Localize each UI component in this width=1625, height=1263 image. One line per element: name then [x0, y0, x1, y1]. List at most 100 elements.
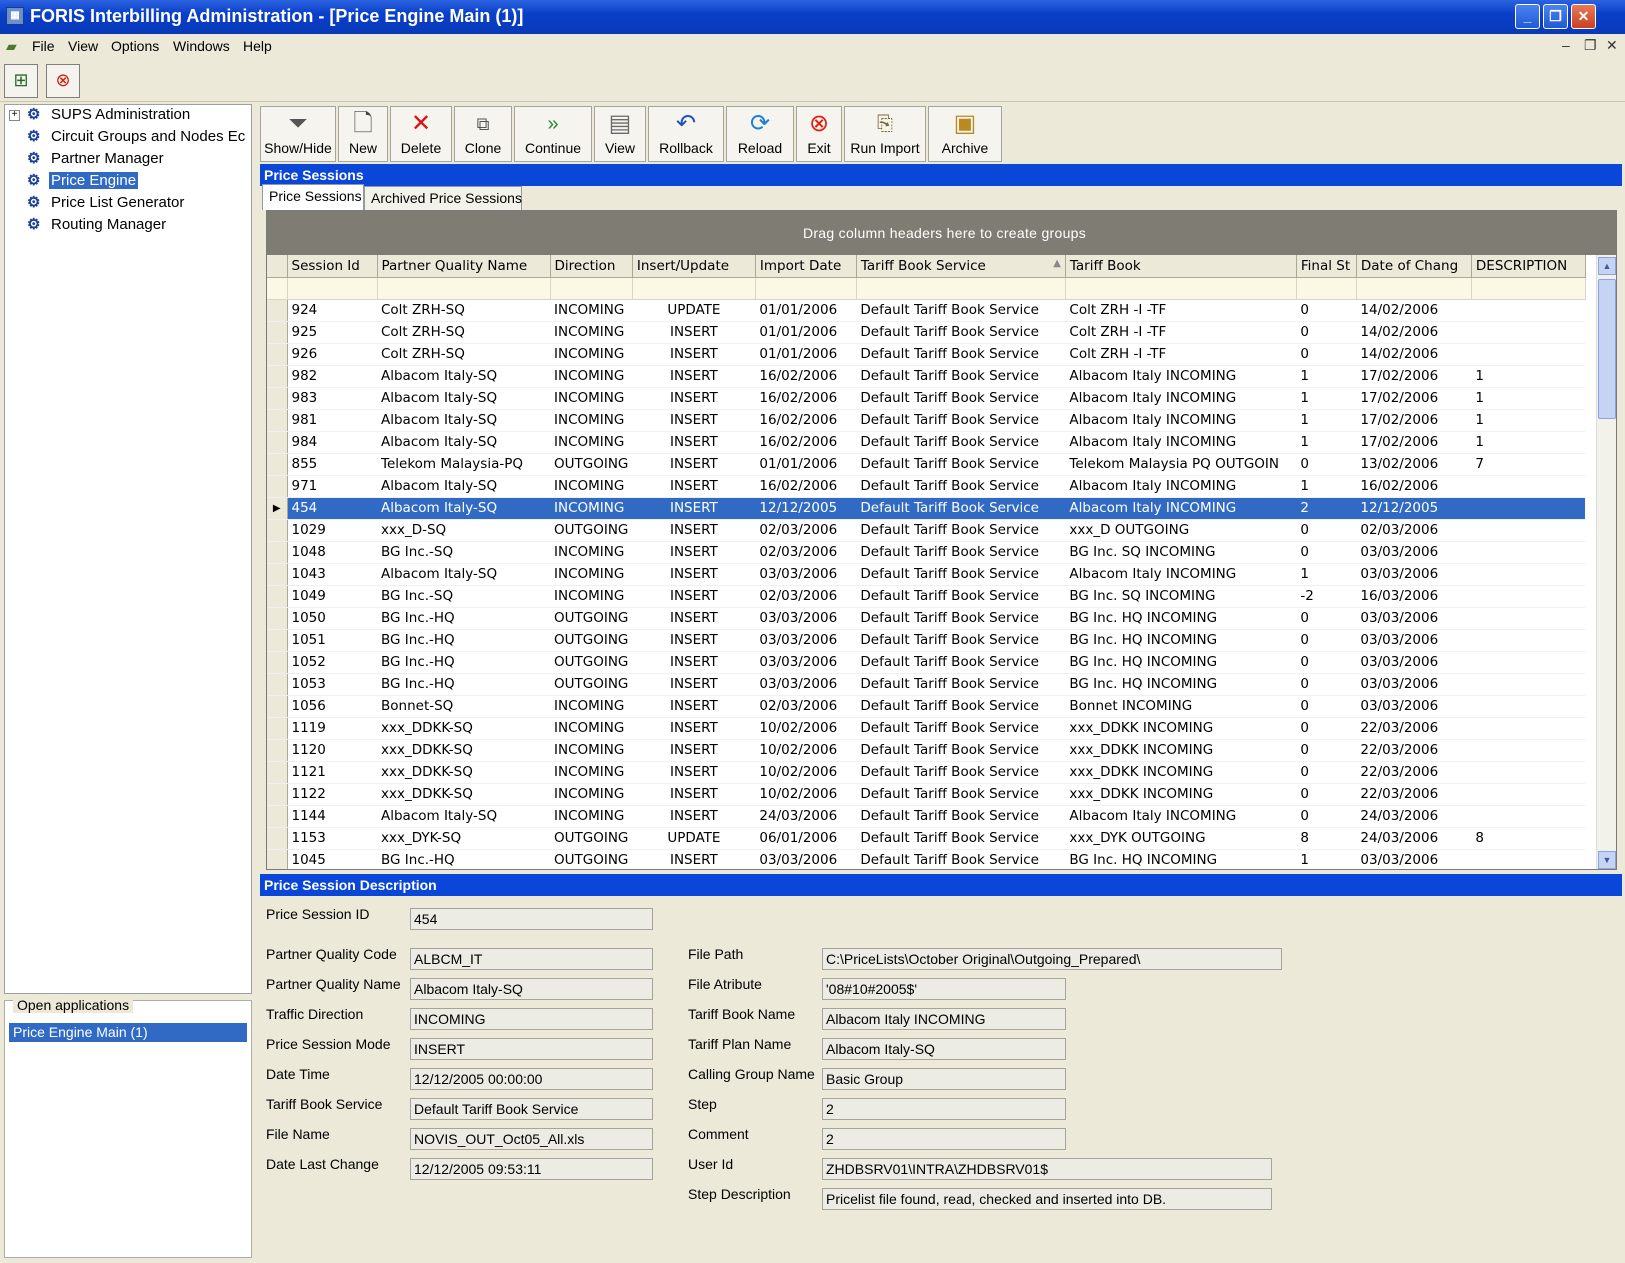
- table-row[interactable]: 1043 Albacom Italy-SQ INCOMING INSERT 03/03/…: [267, 563, 1586, 586]
- row-indicator[interactable]: [267, 629, 288, 652]
- col-direction[interactable]: Direction: [550, 255, 633, 278]
- col-tariff-book[interactable]: Tariff Book: [1065, 255, 1297, 278]
- table-row[interactable]: 1120 xxx_DDKK-SQ INCOMING INSERT 10/02/2006 D…: [267, 739, 1586, 762]
- reload-button[interactable]: ⟳ Reload: [726, 106, 794, 162]
- col-import-date[interactable]: Import Date: [755, 255, 857, 278]
- row-indicator[interactable]: [267, 299, 288, 322]
- col-final-state[interactable]: Final St: [1296, 255, 1357, 278]
- row-indicator[interactable]: [267, 519, 288, 542]
- filter-cell[interactable]: [287, 277, 378, 300]
- col-date-of-change[interactable]: Date of Chang: [1356, 255, 1472, 278]
- filter-cell[interactable]: [1296, 277, 1357, 300]
- row-indicator[interactable]: [267, 387, 288, 410]
- open-app-item[interactable]: Price Engine Main (1): [9, 1023, 247, 1042]
- filter-cell[interactable]: [377, 277, 551, 300]
- field-file-name[interactable]: NOVIS_OUT_Oct05_All.xls: [410, 1128, 653, 1150]
- tree-item-circuit-groups[interactable]: ⚙ Circuit Groups and Nodes Ec: [27, 127, 247, 149]
- field-date-last-change[interactable]: 12/12/2005 09:53:11: [410, 1158, 653, 1180]
- table-row[interactable]: 1050 BG Inc.-HQ OUTGOING INSERT 03/03/2006 De…: [267, 607, 1586, 630]
- expand-icon[interactable]: +: [9, 110, 20, 121]
- row-indicator[interactable]: [267, 849, 288, 869]
- field-user-id[interactable]: ZHDBSRV01\INTRA\ZHDBSRV01$: [822, 1158, 1272, 1180]
- filter-cell[interactable]: [1065, 277, 1297, 300]
- minimize-button[interactable]: _: [1515, 4, 1540, 29]
- continue-button[interactable]: » Continue: [514, 106, 592, 162]
- field-step[interactable]: 2: [822, 1098, 1066, 1120]
- col-description[interactable]: DESCRIPTION: [1471, 255, 1586, 278]
- field-price-session-id[interactable]: 454: [410, 908, 653, 930]
- restore-button[interactable]: ❐: [1543, 4, 1568, 29]
- row-indicator[interactable]: [267, 409, 288, 432]
- table-row[interactable]: 982 Albacom Italy-SQ INCOMING INSERT 16/02/2…: [267, 365, 1586, 388]
- col-insert-update[interactable]: Insert/Update: [632, 255, 756, 278]
- view-button[interactable]: ▤ View: [594, 106, 646, 162]
- filter-cell[interactable]: [550, 277, 633, 300]
- table-row[interactable]: 971 Albacom Italy-SQ INCOMING INSERT 16/02/2…: [267, 475, 1586, 498]
- mdi-restore-button[interactable]: ❐: [1584, 37, 1597, 54]
- field-comment[interactable]: 2: [822, 1128, 1066, 1150]
- field-partner-quality-name[interactable]: Albacom Italy-SQ: [410, 978, 653, 1000]
- row-indicator[interactable]: [267, 717, 288, 740]
- table-row[interactable]: 984 Albacom Italy-SQ INCOMING INSERT 16/02/2…: [267, 431, 1586, 454]
- row-indicator[interactable]: [267, 431, 288, 454]
- tab-archived-price-sessions[interactable]: Archived Price Sessions: [364, 186, 522, 210]
- row-indicator[interactable]: [267, 365, 288, 388]
- row-indicator[interactable]: [267, 805, 288, 828]
- menu-file[interactable]: File: [32, 38, 55, 54]
- exit-button[interactable]: ⊗ Exit: [796, 106, 842, 162]
- current-row-indicator-icon[interactable]: ▶: [267, 497, 288, 520]
- menu-options[interactable]: Options: [111, 38, 159, 54]
- table-row[interactable]: 1053 BG Inc.-HQ OUTGOING INSERT 03/03/2006 De…: [267, 673, 1586, 696]
- tree-toggle-button[interactable]: ⊞: [4, 64, 38, 98]
- table-row[interactable]: ▶ 454 Albacom Italy-SQ INCOMING INSERT 12/12/…: [267, 497, 1586, 520]
- field-price-session-mode[interactable]: INSERT: [410, 1038, 653, 1060]
- filter-cell[interactable]: [632, 277, 756, 300]
- close-app-button[interactable]: ⊗: [46, 64, 80, 98]
- mdi-close-button[interactable]: ✕: [1606, 37, 1618, 54]
- show-hide-button[interactable]: ⏷ Show/Hide: [260, 106, 336, 162]
- row-indicator[interactable]: [267, 783, 288, 806]
- field-tariff-plan-name[interactable]: Albacom Italy-SQ: [822, 1038, 1066, 1060]
- col-tariff-book-service[interactable]: Tariff Book Service ▲: [856, 255, 1066, 278]
- table-row[interactable]: 1045 BG Inc.-HQ OUTGOING INSERT 03/03/2006 De…: [267, 849, 1586, 869]
- table-row[interactable]: 1119 xxx_DDKK-SQ INCOMING INSERT 10/02/2006 D…: [267, 717, 1586, 740]
- tree-item-sups-administration[interactable]: ⚙ SUPS Administration: [27, 105, 192, 127]
- field-tariff-book-service[interactable]: Default Tariff Book Service: [410, 1098, 653, 1120]
- field-date-time[interactable]: 12/12/2005 00:00:00: [410, 1068, 653, 1090]
- group-drop-area[interactable]: Drag column headers here to create group…: [267, 211, 1616, 255]
- table-row[interactable]: 926 Colt ZRH-SQ INCOMING INSERT 01/01/2006 De…: [267, 343, 1586, 366]
- table-row[interactable]: 1121 xxx_DDKK-SQ INCOMING INSERT 10/02/2006 D…: [267, 761, 1586, 784]
- table-row[interactable]: 925 Colt ZRH-SQ INCOMING INSERT 01/01/2006 De…: [267, 321, 1586, 344]
- row-indicator[interactable]: [267, 827, 288, 850]
- table-row[interactable]: 1051 BG Inc.-HQ OUTGOING INSERT 03/03/2006 De…: [267, 629, 1586, 652]
- table-row[interactable]: 1144 Albacom Italy-SQ INCOMING INSERT 24/03/…: [267, 805, 1586, 828]
- archive-button[interactable]: ▣ Archive: [928, 106, 1002, 162]
- table-row[interactable]: 924 Colt ZRH-SQ INCOMING UPDATE 01/01/2006 De…: [267, 299, 1586, 322]
- row-indicator[interactable]: [267, 739, 288, 762]
- table-row[interactable]: 983 Albacom Italy-SQ INCOMING INSERT 16/02/2…: [267, 387, 1586, 410]
- delete-button[interactable]: ✕ Delete: [390, 106, 452, 162]
- table-row[interactable]: 1122 xxx_DDKK-SQ INCOMING INSERT 10/02/2006 D…: [267, 783, 1586, 806]
- field-traffic-direction[interactable]: INCOMING: [410, 1008, 653, 1030]
- run-import-button[interactable]: ⎘ Run Import: [844, 106, 926, 162]
- row-indicator[interactable]: [267, 563, 288, 586]
- row-indicator[interactable]: [267, 343, 288, 366]
- field-file-path[interactable]: C:\PriceLists\October Original\Outgoing_…: [822, 948, 1282, 970]
- row-indicator[interactable]: [267, 651, 288, 674]
- menu-view[interactable]: View: [68, 38, 98, 54]
- row-indicator[interactable]: [267, 607, 288, 630]
- tree-item-partner-manager[interactable]: ⚙ Partner Manager: [27, 149, 166, 171]
- field-file-atribute[interactable]: '08#10#2005$': [822, 978, 1066, 1000]
- field-tariff-book-name[interactable]: Albacom Italy INCOMING: [822, 1008, 1066, 1030]
- row-indicator[interactable]: [267, 321, 288, 344]
- field-step-description[interactable]: Pricelist file found, read, checked and …: [822, 1188, 1272, 1210]
- scroll-thumb[interactable]: [1598, 279, 1616, 419]
- table-row[interactable]: 1153 xxx_DYK-SQ OUTGOING UPDATE 06/01/2006 De…: [267, 827, 1586, 850]
- row-indicator[interactable]: [267, 761, 288, 784]
- col-partner-quality-name[interactable]: Partner Quality Name: [377, 255, 551, 278]
- filter-cell[interactable]: [1356, 277, 1472, 300]
- tree-item-routing-manager[interactable]: ⚙ Routing Manager: [27, 215, 168, 237]
- row-indicator[interactable]: [267, 585, 288, 608]
- clone-button[interactable]: ⧉ Clone: [454, 106, 512, 162]
- filter-cell[interactable]: [755, 277, 857, 300]
